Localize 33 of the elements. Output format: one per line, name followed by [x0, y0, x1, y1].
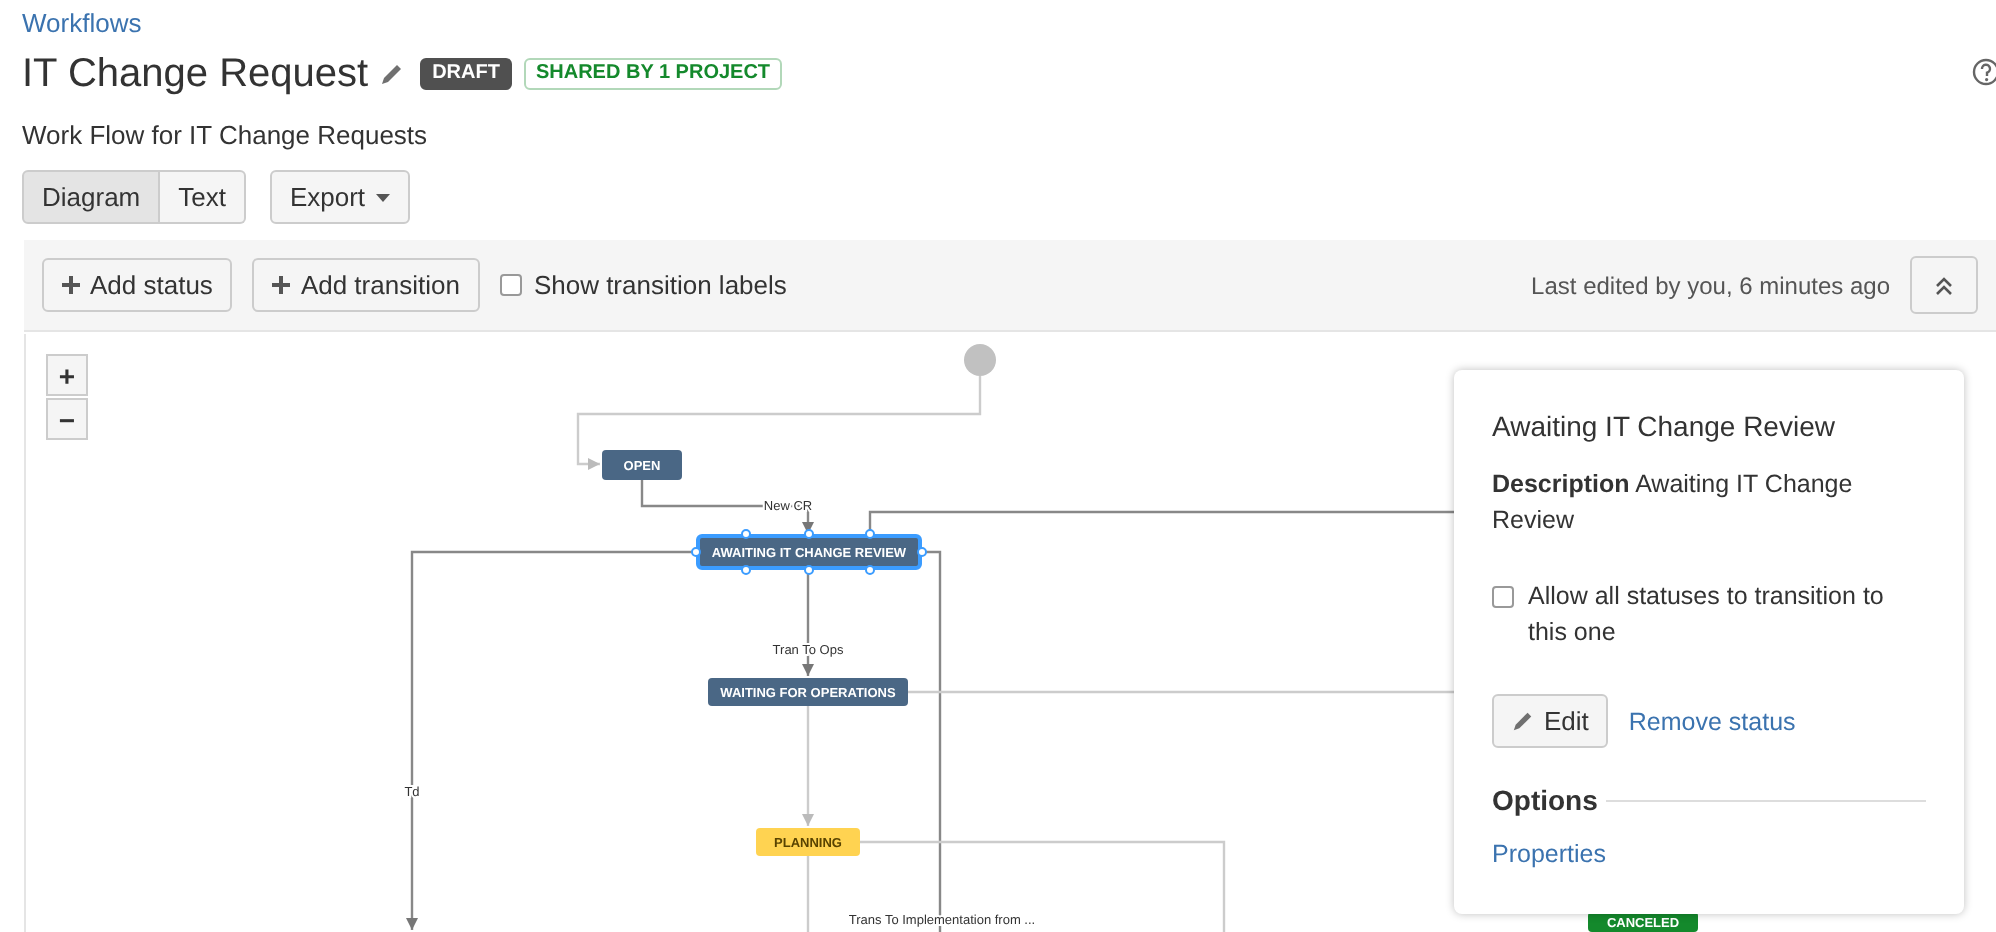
edit-button[interactable]: Edit: [1492, 694, 1609, 748]
status-description: Description Awaiting IT Change Review: [1492, 468, 1855, 538]
double-chevron-icon: [1934, 275, 1954, 295]
caret-icon: [375, 193, 390, 201]
plus-icon: [62, 276, 80, 294]
add-status-button[interactable]: Add status: [42, 258, 233, 312]
view-tab[interactable]: Diagram: [22, 170, 161, 224]
workflow-description: Work Flow for IT Change Requests: [22, 120, 430, 150]
zoom-button[interactable]: +: [46, 354, 88, 396]
status-lozenge: DRAFT: [420, 58, 512, 90]
export-button[interactable]: Export: [269, 170, 410, 224]
add-transition-button[interactable]: Add transition: [252, 258, 480, 312]
properties-link[interactable]: Properties: [1492, 840, 1606, 868]
start-node: [964, 344, 996, 376]
pencil-icon: [1512, 710, 1534, 732]
panel-title: Awaiting IT Change Review: [1492, 410, 1837, 442]
view-tab[interactable]: Text: [160, 170, 246, 224]
plus-icon: [272, 276, 291, 294]
breadcrumb-link[interactable]: Workflows: [22, 8, 142, 38]
workflow-title: IT Change Request: [22, 51, 369, 97]
collapse-button[interactable]: [1910, 256, 1978, 314]
remove-status-link[interactable]: Remove status: [1628, 707, 1796, 735]
last-edited-text: Last edited by you, 6 minutes ago: [1531, 271, 1890, 299]
checkbox[interactable]: [499, 274, 522, 296]
help-icon[interactable]: [1972, 58, 1996, 86]
options-heading: Options: [1492, 784, 1598, 816]
zoom-button[interactable]: −: [46, 398, 88, 440]
checkbox-label: Show transition labels: [533, 270, 787, 300]
checkbox-label: Allow all statuses to transition to this one: [1528, 580, 1886, 650]
status-lozenge: SHARED BY 1 PROJECT: [523, 58, 783, 90]
pencil-icon[interactable]: [380, 62, 405, 86]
transition-arrow[interactable]: [576, 376, 982, 470]
checkbox[interactable]: [1492, 586, 1514, 608]
